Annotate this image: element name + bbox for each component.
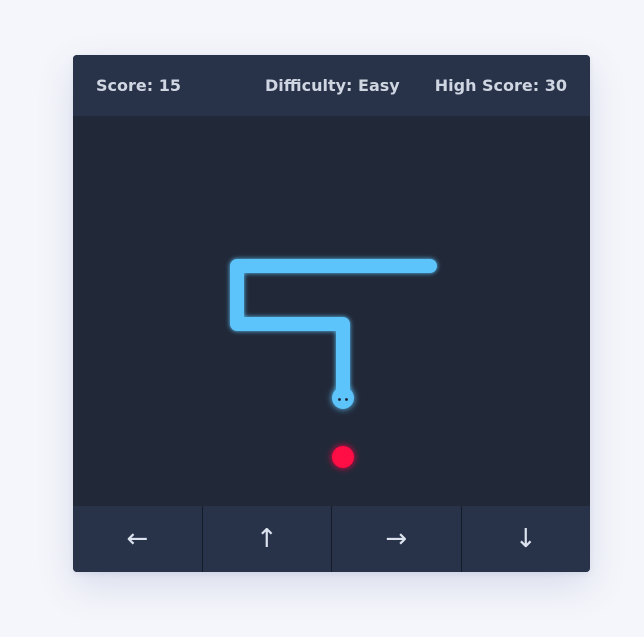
- up-button[interactable]: ↑: [203, 506, 332, 572]
- down-button[interactable]: ↓: [462, 506, 591, 572]
- snake-body: [230, 259, 437, 403]
- snake-eye-right: [345, 398, 348, 401]
- score-bar: Score: 15 Difficulty: Easy High Score: 3…: [73, 55, 590, 116]
- arrow-down-icon: ↓: [514, 524, 537, 554]
- snake-eye-left: [338, 398, 341, 401]
- high-score-label: High Score: 30: [434, 76, 567, 95]
- difficulty-label: Difficulty: Easy: [265, 76, 400, 95]
- food-dot: [332, 446, 354, 468]
- score-label: Score: 15: [96, 76, 181, 95]
- arrow-right-icon: →: [385, 524, 408, 554]
- left-button[interactable]: ←: [73, 506, 203, 572]
- arrow-up-icon: ↑: [255, 524, 278, 554]
- board-canvas: [230, 259, 437, 468]
- right-button[interactable]: →: [332, 506, 462, 572]
- game-card: Score: 15 Difficulty: Easy High Score: 3…: [73, 55, 590, 572]
- snake-head: [332, 387, 354, 409]
- direction-controls: ← ↑ → ↓: [73, 506, 590, 572]
- arrow-left-icon: ←: [126, 524, 149, 554]
- game-board[interactable]: [73, 116, 590, 506]
